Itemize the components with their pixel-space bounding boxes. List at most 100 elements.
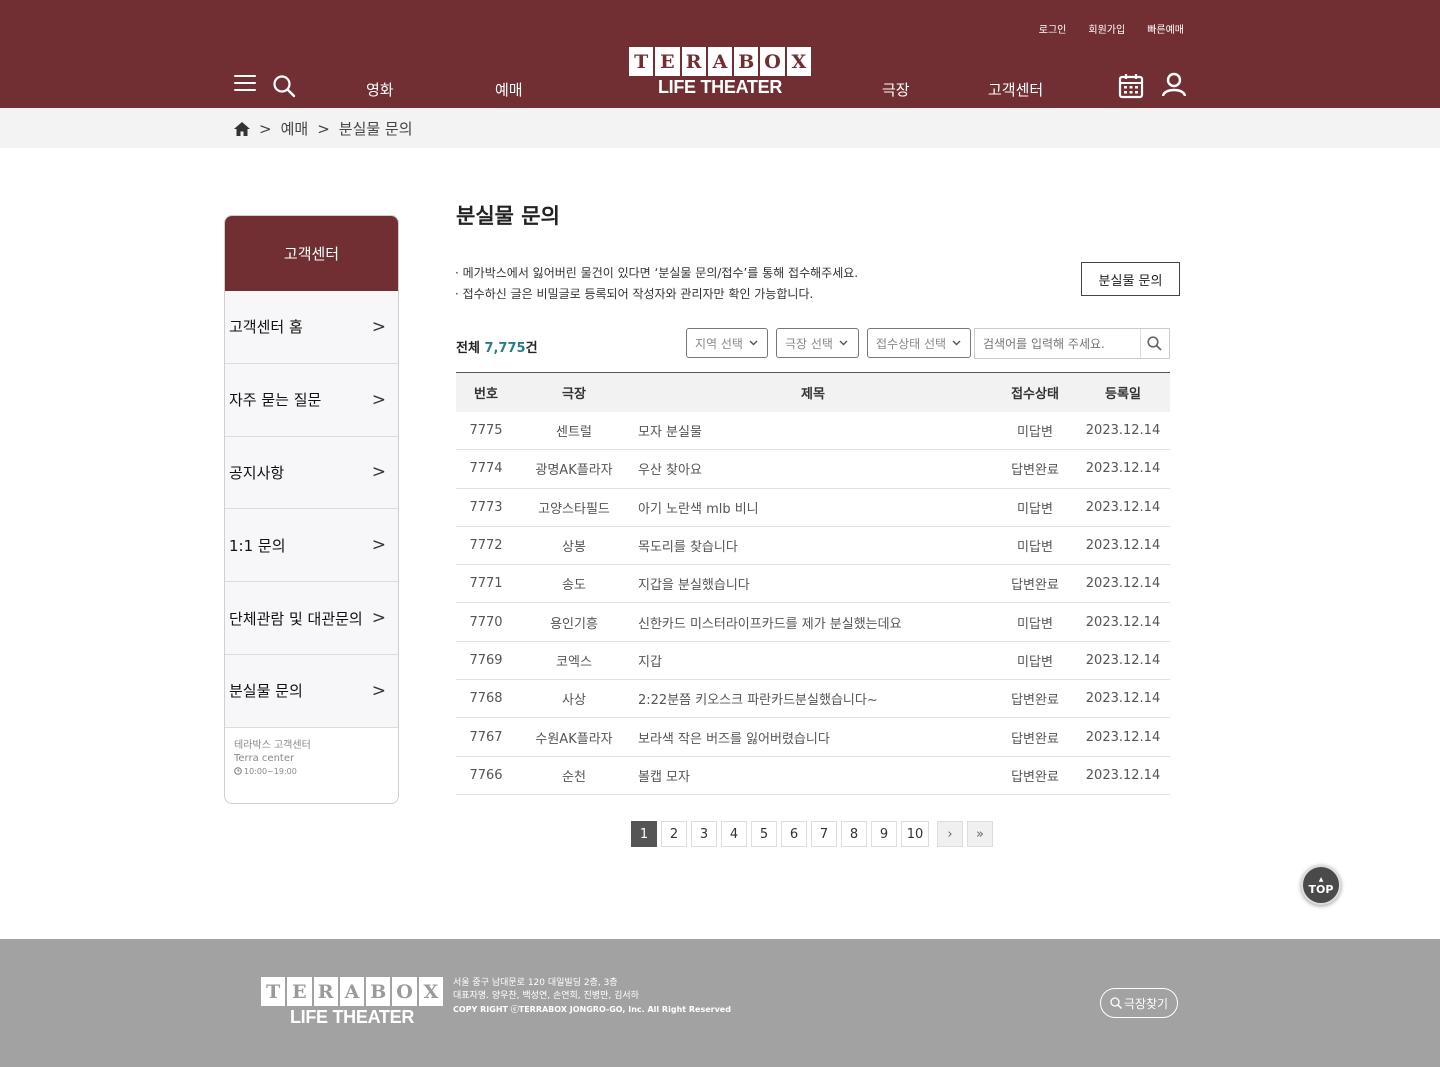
nav-theater[interactable]: 극장 [882, 79, 910, 100]
status-select[interactable]: 접수상태 선택 [867, 328, 971, 358]
page-7[interactable]: 7 [811, 821, 837, 847]
row-title-link[interactable]: 볼캡 모자 [632, 756, 994, 795]
col-header-theater: 극장 [562, 386, 586, 402]
find-theater-button[interactable]: 극장찾기 [1100, 988, 1178, 1018]
support-hours: 10:00~19:00 [234, 765, 389, 778]
notice-text: · 메가박스에서 잃어버린 물건이 있다면 ‘분실물 문의/접수’를 통해 접수… [455, 266, 859, 301]
table-row[interactable]: 7766 순천 볼캡 모자 답변완료 2023.12.14 [456, 756, 1170, 795]
page-10[interactable]: 10 [901, 821, 929, 847]
page-1[interactable]: 1 [631, 821, 657, 847]
row-title-link[interactable]: 우산 찾아요 [632, 449, 994, 489]
chevron-right-icon: > [371, 389, 386, 410]
table-row[interactable]: 7774 광명AK플라자 우산 찾아요 답변완료 2023.12.14 [456, 449, 1170, 489]
sidebar-item-label: 자주 묻는 질문 [229, 391, 322, 410]
sidebar-item-1on1[interactable]: 1:1 문의 > [225, 509, 398, 583]
last-page-icon[interactable]: » [967, 821, 993, 847]
terabox-logo[interactable]: T E R A B O X LIFE THEATER [629, 47, 811, 99]
theater-select[interactable]: 극장 선택 [776, 328, 859, 358]
next-page-icon[interactable]: › [937, 821, 963, 847]
clock-icon [234, 767, 242, 776]
sidebar-item-group-rental[interactable]: 단체관람 및 대관문의 > [225, 582, 398, 655]
support-info-title: 테라박스 고객센터 [234, 739, 311, 751]
row-title-link[interactable]: 보라색 작은 버즈를 잃어버렸습니다 [632, 717, 994, 757]
sidebar-item-label: 고객센터 홈 [229, 318, 303, 337]
menu-icon[interactable] [234, 75, 256, 95]
scroll-top-button[interactable]: ▲ TOP [1301, 865, 1341, 905]
footer-copyright: COPY RIGHT ⓒTERRABOX JONGRO-GO, Inc. All… [453, 1005, 731, 1014]
row-title-link[interactable]: 2:22분쯤 키오스크 파란카드분실했습니다~ [632, 679, 994, 719]
page-3[interactable]: 3 [691, 821, 717, 847]
page-5[interactable]: 5 [751, 821, 777, 847]
table-row[interactable]: 7775 센트럴 모자 분실물 미답변 2023.12.14 [456, 411, 1170, 451]
row-title-link[interactable]: 신한카드 미스터라이프카드를 제가 분실했는데요 [632, 602, 994, 642]
calendar-icon[interactable] [1118, 73, 1144, 99]
breadcrumb-bar: > 예매 > 분실물 문의 [0, 108, 1440, 148]
footer-representatives: 대표자명. 양우찬, 백성연, 손연희, 진병만, 김서하 [453, 991, 639, 1001]
sidebar-item-notice[interactable]: 공지사항 > [225, 436, 398, 510]
search-input[interactable] [975, 336, 1140, 351]
footer-logo: T E R A B O X LIFE THEATER [261, 977, 443, 1028]
breadcrumb-separator: > [317, 119, 330, 138]
page-8[interactable]: 8 [841, 821, 867, 847]
top-links: 로그인 회원가입 빠른예매 [1039, 21, 1184, 36]
signup-link[interactable]: 회원가입 [1088, 21, 1125, 36]
page-9[interactable]: 9 [871, 821, 897, 847]
search-icon [1110, 997, 1122, 1009]
total-count: 전체 7,775건 [456, 341, 538, 356]
home-icon[interactable] [234, 121, 250, 136]
chevron-down-icon [952, 340, 961, 346]
breadcrumb: > 예매 > 분실물 문의 [234, 118, 413, 139]
login-link[interactable]: 로그인 [1039, 21, 1067, 36]
search-button[interactable] [1140, 329, 1168, 358]
quick-booking-link[interactable]: 빠른예매 [1147, 21, 1184, 36]
sidebar-item-lost-found[interactable]: 분실물 문의 > [225, 654, 398, 728]
footer-info: 서울 중구 남대문로 120 대일빌딩 2층, 3층 대표자명. 양우찬, 백성… [453, 977, 731, 1016]
col-header-title: 제목 [801, 386, 825, 402]
table-row[interactable]: 7768 사상 2:22분쯤 키오스크 파란카드분실했습니다~ 답변완료 2023.12… [456, 679, 1170, 719]
row-title-link[interactable]: 모자 분실물 [632, 411, 994, 451]
col-header-no: 번호 [474, 386, 498, 402]
page-6[interactable]: 6 [781, 821, 807, 847]
col-header-date: 등록일 [1105, 386, 1141, 402]
table-row[interactable]: 7772 상봉 목도리를 찾습니다 미답변 2023.12.14 [456, 526, 1170, 566]
sidebar-item-support-home[interactable]: 고객센터 홈 > [225, 291, 398, 364]
footer-address: 서울 중구 남대문로 120 대일빌딩 2층, 3층 [453, 978, 618, 988]
chevron-down-icon [749, 340, 758, 346]
search-icon[interactable] [272, 74, 296, 98]
table-row[interactable]: 7770 용인기흥 신한카드 미스터라이프카드를 제가 분실했는데요 미답변 2023.… [456, 602, 1170, 642]
user-icon[interactable] [1161, 72, 1187, 98]
sidebar-item-label: 1:1 문의 [229, 536, 286, 555]
chevron-down-icon [839, 340, 848, 346]
sidebar-item-label: 분실물 문의 [229, 682, 303, 701]
nav-movie[interactable]: 영화 [366, 79, 394, 100]
sidebar-item-label: 공지사항 [229, 463, 285, 482]
row-title-link[interactable]: 목도리를 찾습니다 [632, 526, 994, 566]
breadcrumb-current[interactable]: 분실물 문의 [339, 118, 413, 139]
row-title-link[interactable]: 지갑을 분실했습니다 [632, 564, 994, 604]
site-header: 로그인 회원가입 빠른예매 영화 예매 T E R A B O X LIFE T… [0, 0, 1440, 108]
nav-booking[interactable]: 예매 [495, 79, 523, 100]
table-row[interactable]: 7773 고양스타필드 아기 노란색 mlb 비니 미답변 2023.12.14 [456, 488, 1170, 527]
table-row[interactable]: 7769 코엑스 지갑 미답변 2023.12.14 [456, 641, 1170, 681]
col-header-status: 접수상태 [1011, 386, 1059, 402]
lost-item-inquiry-button[interactable]: 분실물 문의 [1081, 262, 1180, 296]
row-title-link[interactable]: 지갑 [632, 641, 994, 681]
chevron-right-icon: > [371, 316, 386, 337]
table-row[interactable]: 7767 수원AK플라자 보라색 작은 버즈를 잃어버렸습니다 답변완료 2023.12… [456, 717, 1170, 757]
page-title: 분실물 문의 [456, 204, 560, 228]
search-icon [1147, 336, 1162, 351]
breadcrumb-separator: > [259, 119, 272, 138]
page-2[interactable]: 2 [661, 821, 687, 847]
row-title-link[interactable]: 아기 노란색 mlb 비니 [632, 488, 994, 527]
page-4[interactable]: 4 [721, 821, 747, 847]
region-select[interactable]: 지역 선택 [686, 328, 768, 358]
table-row[interactable]: 7771 송도 지갑을 분실했습니다 답변완료 2023.12.14 [456, 564, 1170, 604]
breadcrumb-booking[interactable]: 예매 [281, 118, 309, 139]
chevron-right-icon: > [371, 462, 386, 483]
sidebar-title: 고객센터 [225, 216, 398, 291]
chevron-right-icon: > [371, 535, 386, 556]
sidebar-item-faq[interactable]: 자주 묻는 질문 > [225, 363, 398, 437]
nav-support[interactable]: 고객센터 [988, 79, 1043, 100]
pagination: 1 2 3 4 5 6 7 8 9 10 › » [631, 821, 993, 847]
search-box [974, 328, 1170, 359]
